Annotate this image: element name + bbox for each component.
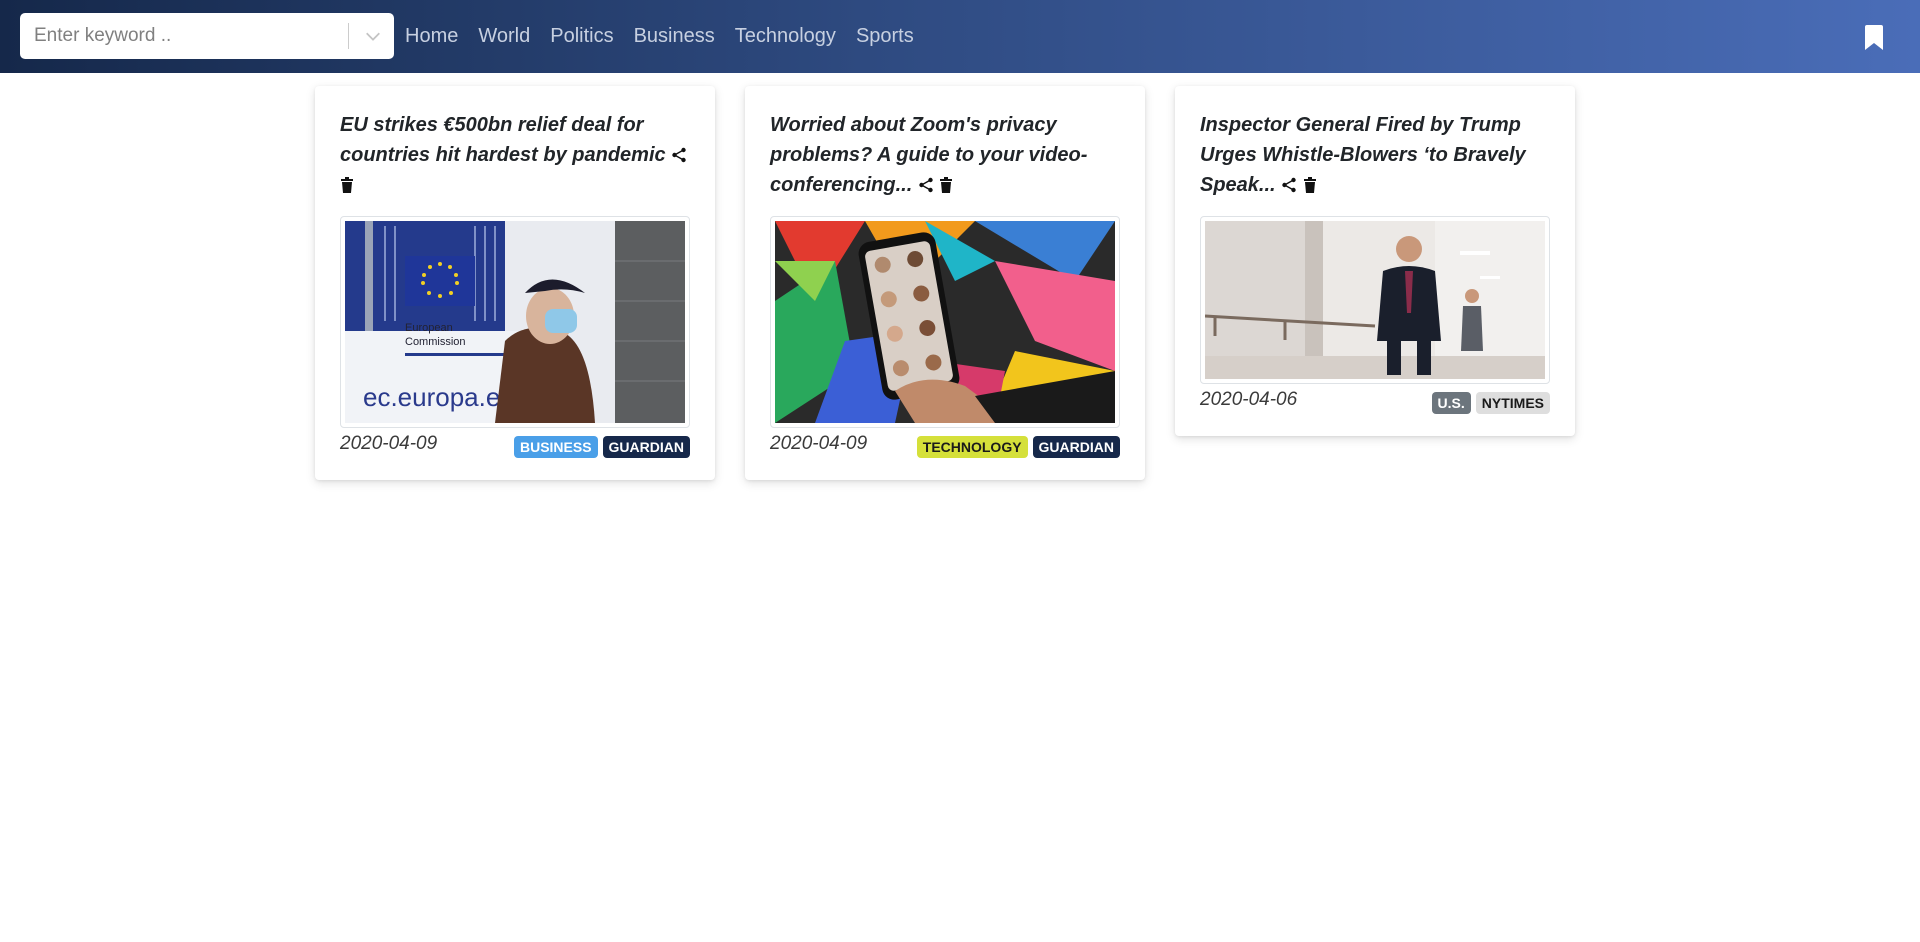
article-tags: TECHNOLOGY GUARDIAN xyxy=(912,436,1120,458)
trash-icon[interactable] xyxy=(1303,177,1317,193)
nav-business[interactable]: Business xyxy=(634,25,715,48)
category-badge: TECHNOLOGY xyxy=(916,436,1028,458)
nav-home[interactable]: Home xyxy=(405,25,458,48)
share-icon[interactable] xyxy=(1281,177,1297,193)
article-date: 2020-04-06 xyxy=(1200,389,1298,410)
search-separator xyxy=(348,23,349,49)
share-icon[interactable] xyxy=(918,177,934,193)
article-card[interactable]: Inspector General Fired by Trump Urges W… xyxy=(1175,86,1575,436)
trash-icon[interactable] xyxy=(340,177,354,193)
trash-icon[interactable] xyxy=(939,177,953,193)
source-badge: GUARDIAN xyxy=(1032,436,1120,458)
nav-world[interactable]: World xyxy=(478,25,530,48)
article-title-text: Inspector General Fired by Trump Urges W… xyxy=(1200,114,1526,196)
nav-technology[interactable]: Technology xyxy=(735,25,836,48)
bookmark-icon[interactable] xyxy=(1864,25,1884,50)
nav-sports[interactable]: Sports xyxy=(856,25,914,48)
article-title[interactable]: Worried about Zoom's privacy problems? A… xyxy=(770,110,1125,200)
source-badge: GUARDIAN xyxy=(602,436,690,458)
category-badge: BUSINESS xyxy=(513,436,598,458)
article-tags: U.S. NYTIMES xyxy=(1427,392,1550,414)
category-badge: U.S. xyxy=(1431,392,1471,414)
article-title[interactable]: EU strikes €500bn relief deal for countr… xyxy=(340,110,695,200)
article-image xyxy=(770,216,1120,428)
article-title[interactable]: Inspector General Fired by Trump Urges W… xyxy=(1200,110,1555,200)
source-badge: NYTIMES xyxy=(1475,392,1550,414)
article-image xyxy=(1200,216,1550,384)
article-card[interactable]: EU strikes €500bn relief deal for countr… xyxy=(315,86,715,480)
top-navbar: Home World Politics Business Technology … xyxy=(0,0,1920,73)
article-tags: BUSINESS GUARDIAN xyxy=(509,436,690,458)
svg-text:ec.europa.eu: ec.europa.eu xyxy=(363,382,515,412)
nav-links: Home World Politics Business Technology … xyxy=(405,0,934,73)
article-date: 2020-04-09 xyxy=(340,433,438,454)
article-title-text: EU strikes €500bn relief deal for countr… xyxy=(340,114,666,166)
search-box[interactable] xyxy=(20,13,394,59)
nav-politics[interactable]: Politics xyxy=(550,25,613,48)
svg-text:European: European xyxy=(405,322,453,334)
article-card[interactable]: Worried about Zoom's privacy problems? A… xyxy=(745,86,1145,480)
search-input[interactable] xyxy=(20,13,344,59)
share-icon[interactable] xyxy=(671,147,687,163)
article-image: European Commission ec.europa.eu xyxy=(340,216,690,428)
svg-text:Commission: Commission xyxy=(405,336,466,348)
chevron-down-icon[interactable] xyxy=(364,27,382,45)
article-date: 2020-04-09 xyxy=(770,433,868,454)
